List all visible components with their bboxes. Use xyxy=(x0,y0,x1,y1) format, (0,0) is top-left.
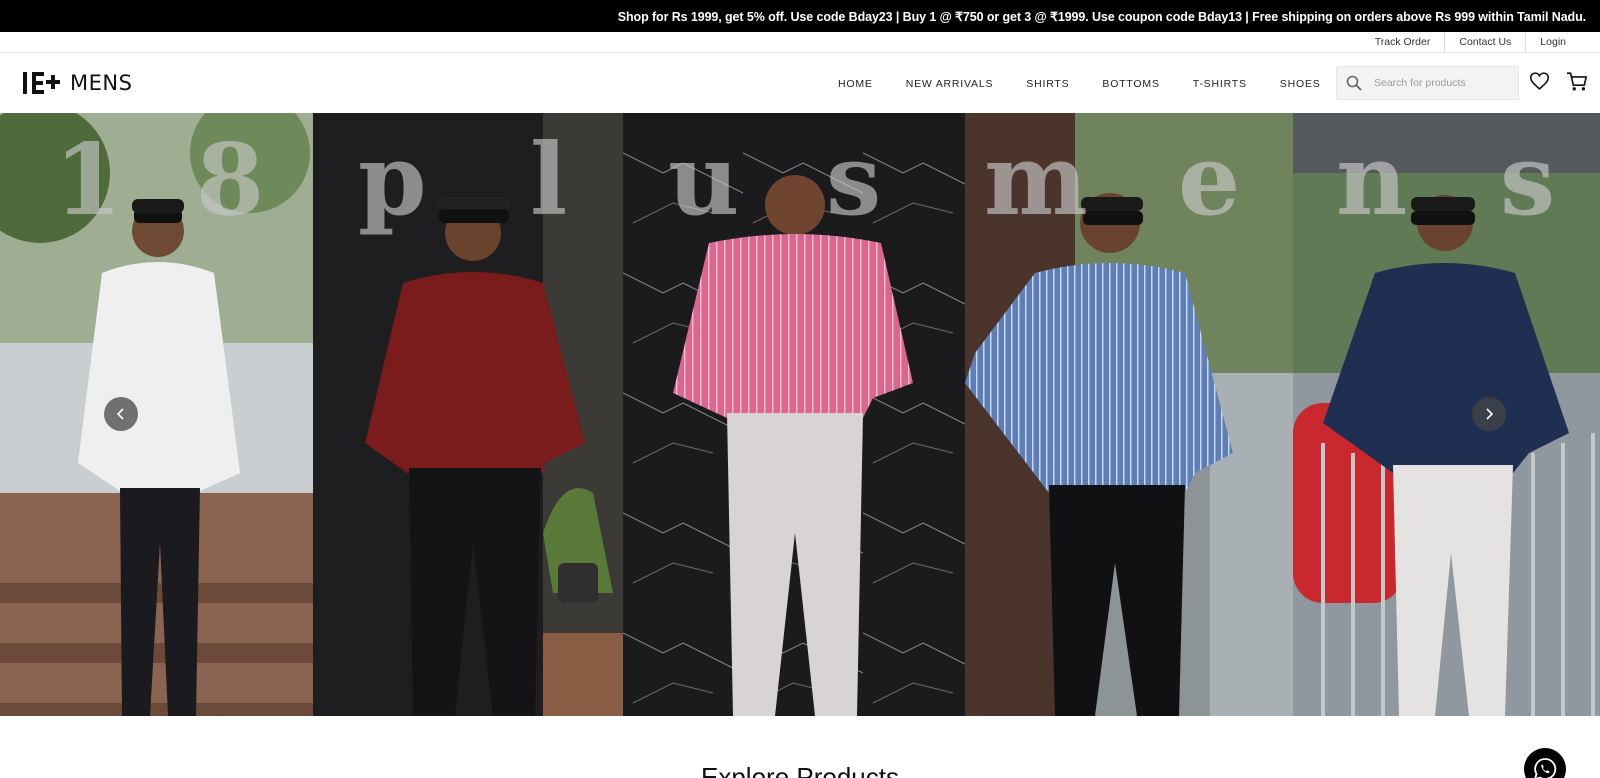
hero-panel-maroon-shirt xyxy=(313,113,623,716)
hero-panel-pink-shirt xyxy=(623,113,965,716)
whatsapp-icon xyxy=(1534,758,1557,778)
nav-shoes[interactable]: SHOES xyxy=(1280,78,1321,90)
chevron-right-icon xyxy=(1486,408,1494,420)
whatsapp-button[interactable] xyxy=(1524,748,1566,778)
hero-panel-blue-shirt xyxy=(965,113,1293,716)
contact-us-link[interactable]: Contact Us xyxy=(1444,31,1525,53)
promo-bar: Shop for Rs 1999, get 5% off. Use code B… xyxy=(0,0,1600,32)
site-header: MENS HOME NEW ARRIVALS SHIRTS BOTTOMS T-… xyxy=(0,54,1600,113)
logo-text: MENS xyxy=(70,71,133,95)
site-logo[interactable]: MENS xyxy=(22,68,132,98)
hero-banner[interactable]: 1 8 p l u s m e n s xyxy=(0,113,1600,716)
search-box[interactable] xyxy=(1336,66,1519,100)
nav-shirts[interactable]: SHIRTS xyxy=(1026,78,1069,90)
carousel-next-button[interactable] xyxy=(1472,397,1506,431)
hero-panel-navy-shirt xyxy=(1293,113,1600,716)
search-input[interactable] xyxy=(1374,77,1514,89)
search-icon[interactable] xyxy=(1346,75,1362,91)
section-title: Explore Products xyxy=(701,762,899,778)
login-link[interactable]: Login xyxy=(1525,31,1580,53)
nav-t-shirts[interactable]: T-SHIRTS xyxy=(1193,78,1247,90)
promo-text: Shop for Rs 1999, get 5% off. Use code B… xyxy=(617,9,1586,24)
cart-icon[interactable] xyxy=(1566,71,1588,92)
nav-bottoms[interactable]: BOTTOMS xyxy=(1102,78,1159,90)
track-order-link[interactable]: Track Order xyxy=(1361,32,1445,53)
utility-bar: Track Order Contact Us Login xyxy=(0,31,1600,53)
chevron-left-icon xyxy=(116,408,124,420)
logo-mark-icon xyxy=(23,72,60,94)
heart-icon[interactable] xyxy=(1529,71,1550,91)
nav-home[interactable]: HOME xyxy=(838,78,873,90)
carousel-prev-button[interactable] xyxy=(104,397,138,431)
main-nav: HOME NEW ARRIVALS SHIRTS BOTTOMS T-SHIRT… xyxy=(838,54,1354,113)
hero-panel-white-shirt xyxy=(0,113,313,716)
nav-new-arrivals[interactable]: NEW ARRIVALS xyxy=(906,78,994,90)
